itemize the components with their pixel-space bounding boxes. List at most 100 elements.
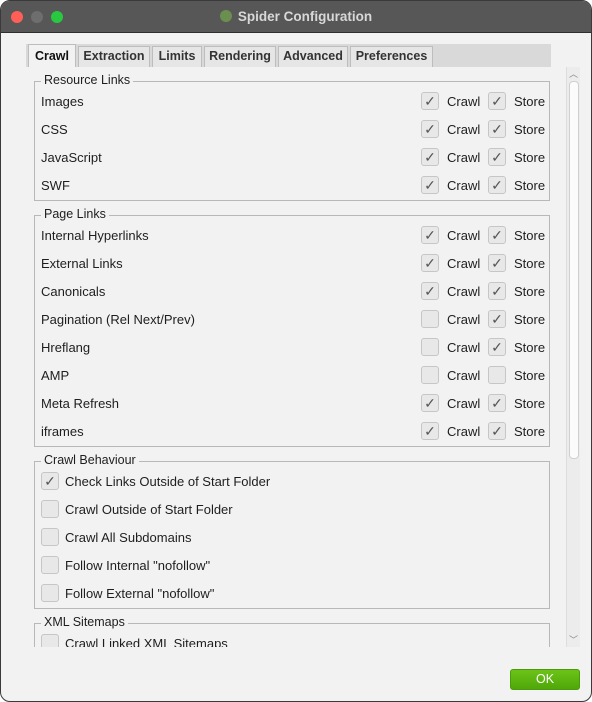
item-label: Internal Hyperlinks bbox=[41, 228, 149, 243]
store-checkbox[interactable]: ✓ bbox=[488, 310, 506, 328]
checkbox[interactable] bbox=[41, 584, 59, 602]
crawl-checkbox[interactable]: ✓ bbox=[421, 394, 439, 412]
scrollbar[interactable]: ︿ ﹀ bbox=[566, 67, 580, 647]
checkbox-item: Follow External "nofollow" bbox=[41, 584, 541, 604]
checkbox[interactable] bbox=[41, 634, 59, 647]
tab-extraction[interactable]: Extraction bbox=[78, 46, 150, 67]
list-item: Canonicals ✓ Crawl ✓ Store bbox=[41, 282, 545, 302]
store-label: Store bbox=[514, 396, 546, 411]
list-item: External Links ✓ Crawl ✓ Store bbox=[41, 254, 545, 274]
checkbox[interactable] bbox=[41, 556, 59, 574]
crawl-label: Crawl bbox=[447, 228, 481, 243]
store-label: Store bbox=[514, 122, 546, 137]
checkbox-label[interactable]: Crawl Outside of Start Folder bbox=[65, 502, 233, 517]
crawl-label: Crawl bbox=[447, 368, 481, 383]
list-item: CSS ✓ Crawl ✓ Store bbox=[41, 120, 545, 140]
crawl-label: Crawl bbox=[447, 396, 481, 411]
page-links-title: Page Links bbox=[41, 207, 109, 221]
tab-crawl[interactable]: Crawl bbox=[28, 44, 76, 68]
store-checkbox[interactable]: ✓ bbox=[488, 226, 506, 244]
store-label: Store bbox=[514, 228, 546, 243]
tab-rendering[interactable]: Rendering bbox=[204, 46, 276, 67]
scrollbar-thumb[interactable] bbox=[569, 81, 579, 459]
list-item: SWF ✓ Crawl ✓ Store bbox=[41, 176, 545, 196]
store-checkbox[interactable]: ✓ bbox=[488, 120, 506, 138]
store-checkbox[interactable]: ✓ bbox=[488, 422, 506, 440]
window-title: Spider Configuration bbox=[1, 9, 591, 24]
item-label: Images bbox=[41, 94, 84, 109]
crawl-label: Crawl bbox=[447, 122, 481, 137]
checkbox-item: Follow Internal "nofollow" bbox=[41, 556, 541, 576]
item-label: Pagination (Rel Next/Prev) bbox=[41, 312, 195, 327]
tab-limits[interactable]: Limits bbox=[152, 46, 202, 67]
crawl-checkbox[interactable] bbox=[421, 366, 439, 384]
list-item: AMP Crawl Store bbox=[41, 366, 545, 386]
store-label: Store bbox=[514, 340, 546, 355]
tab-advanced[interactable]: Advanced bbox=[278, 46, 348, 67]
store-checkbox[interactable]: ✓ bbox=[488, 282, 506, 300]
crawl-behaviour-title: Crawl Behaviour bbox=[41, 453, 139, 467]
ok-button[interactable]: OK bbox=[510, 669, 580, 690]
title-bar: Spider Configuration bbox=[1, 1, 591, 33]
crawl-checkbox[interactable]: ✓ bbox=[421, 422, 439, 440]
store-checkbox[interactable]: ✓ bbox=[488, 394, 506, 412]
scroll-down-icon[interactable]: ﹀ bbox=[569, 633, 578, 646]
crawl-checkbox[interactable]: ✓ bbox=[421, 254, 439, 272]
crawl-label: Crawl bbox=[447, 424, 481, 439]
checkbox[interactable]: ✓ bbox=[41, 472, 59, 490]
checkbox-label[interactable]: Follow External "nofollow" bbox=[65, 586, 214, 601]
list-item: iframes ✓ Crawl ✓ Store bbox=[41, 422, 545, 442]
store-checkbox[interactable]: ✓ bbox=[488, 92, 506, 110]
scroll-up-icon[interactable]: ︿ bbox=[569, 67, 578, 80]
item-label: CSS bbox=[41, 122, 68, 137]
crawl-checkbox[interactable]: ✓ bbox=[421, 176, 439, 194]
crawl-checkbox[interactable]: ✓ bbox=[421, 92, 439, 110]
checkbox-item: Crawl Linked XML Sitemaps bbox=[41, 634, 541, 647]
crawl-behaviour-group: Crawl Behaviour ✓ Check Links Outside of S… bbox=[34, 453, 550, 609]
crawl-label: Crawl bbox=[447, 150, 481, 165]
store-checkbox[interactable]: ✓ bbox=[488, 148, 506, 166]
spider-configuration-window: Spider Configuration Crawl Extraction Limi… bbox=[0, 0, 592, 702]
crawl-label: Crawl bbox=[447, 312, 481, 327]
resource-links-group: Resource Links Images ✓ Crawl ✓ Store CSS ✓ Craw… bbox=[34, 73, 550, 201]
store-checkbox[interactable]: ✓ bbox=[488, 338, 506, 356]
crawl-checkbox[interactable]: ✓ bbox=[421, 282, 439, 300]
crawl-label: Crawl bbox=[447, 94, 481, 109]
checkbox-label[interactable]: Check Links Outside of Start Folder bbox=[65, 474, 270, 489]
checkbox-label[interactable]: Follow Internal "nofollow" bbox=[65, 558, 210, 573]
store-label: Store bbox=[514, 256, 546, 271]
crawl-label: Crawl bbox=[447, 284, 481, 299]
list-item: Meta Refresh ✓ Crawl ✓ Store bbox=[41, 394, 545, 414]
crawl-checkbox[interactable]: ✓ bbox=[421, 120, 439, 138]
checkbox[interactable] bbox=[41, 528, 59, 546]
item-label: Meta Refresh bbox=[41, 396, 120, 411]
page-links-group: Page Links Internal Hyperlinks ✓ Crawl ✓ Stor… bbox=[34, 207, 550, 447]
store-checkbox[interactable] bbox=[488, 366, 506, 384]
crawl-label: Crawl bbox=[447, 340, 481, 355]
crawl-checkbox[interactable]: ✓ bbox=[421, 226, 439, 244]
store-checkbox[interactable]: ✓ bbox=[488, 254, 506, 272]
list-item: Internal Hyperlinks ✓ Crawl ✓ Store bbox=[41, 226, 545, 246]
xml-sitemaps-group: XML Sitemaps Crawl Linked XML Sitemaps bbox=[34, 615, 550, 647]
spider-logo-icon bbox=[219, 10, 232, 22]
checkbox-label[interactable]: Crawl Linked XML Sitemaps bbox=[65, 636, 228, 647]
store-label: Store bbox=[514, 178, 546, 193]
crawl-label: Crawl bbox=[447, 256, 481, 271]
store-checkbox[interactable]: ✓ bbox=[488, 176, 506, 194]
crawl-checkbox[interactable]: ✓ bbox=[421, 148, 439, 166]
item-label: External Links bbox=[41, 256, 123, 271]
xml-sitemaps-title: XML Sitemaps bbox=[41, 615, 128, 629]
checkbox-label[interactable]: Crawl All Subdomains bbox=[65, 530, 191, 545]
tab-preferences[interactable]: Preferences bbox=[350, 46, 433, 67]
tab-bar: Crawl Extraction Limits Rendering Advanced Pr… bbox=[26, 44, 551, 68]
store-label: Store bbox=[514, 312, 546, 327]
crawl-checkbox[interactable] bbox=[421, 310, 439, 328]
window-title-text: Spider Configuration bbox=[237, 9, 373, 24]
checkbox[interactable] bbox=[41, 500, 59, 518]
checkbox-item: ✓ Check Links Outside of Start Folder bbox=[41, 472, 541, 492]
store-label: Store bbox=[514, 424, 546, 439]
item-label: Canonicals bbox=[41, 284, 106, 299]
checkbox-item: Crawl Outside of Start Folder bbox=[41, 500, 541, 520]
crawl-label: Crawl bbox=[447, 178, 481, 193]
crawl-checkbox[interactable] bbox=[421, 338, 439, 356]
